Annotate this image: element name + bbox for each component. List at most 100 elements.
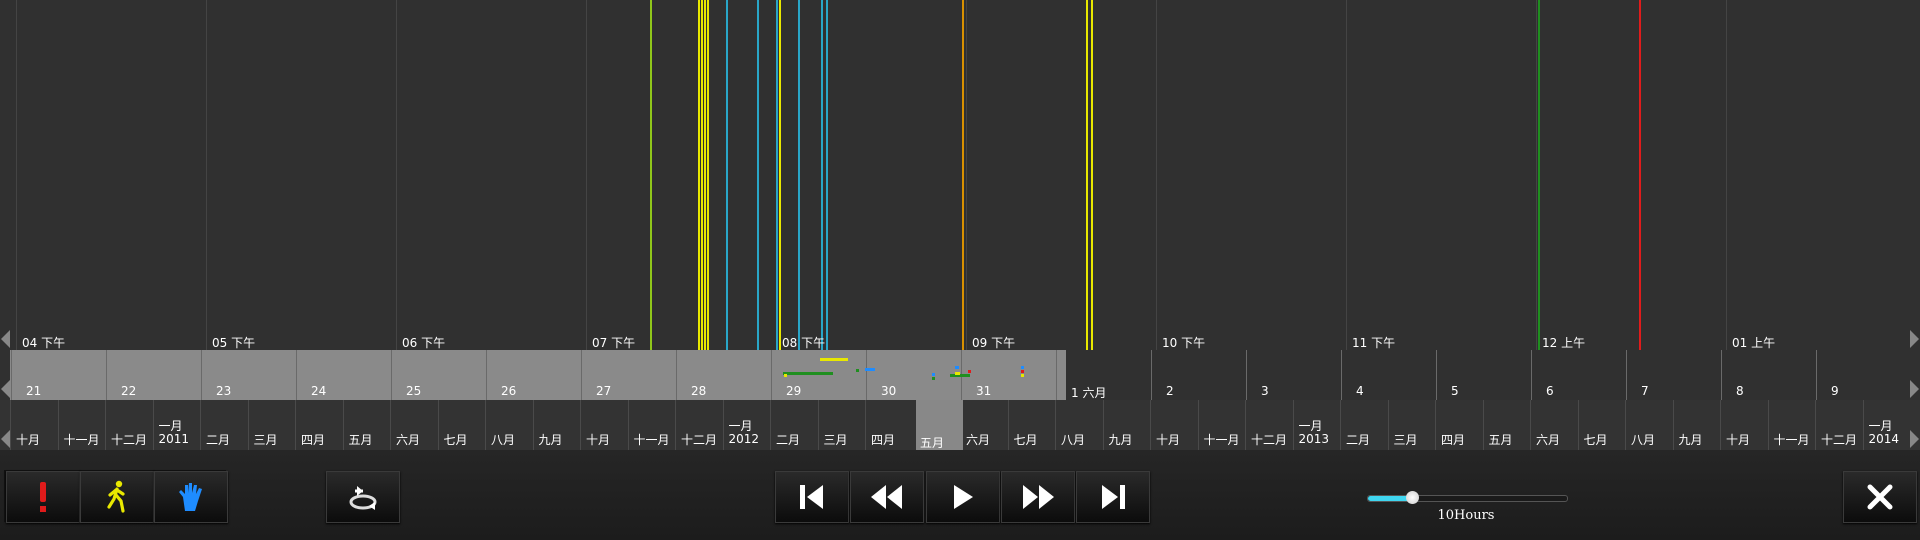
month-label[interactable]: 十二月	[681, 434, 717, 447]
month-label[interactable]: 十一月	[1204, 434, 1240, 447]
event-marker[interactable]	[757, 0, 759, 350]
hour-scroll-right-arrow[interactable]	[1910, 330, 1919, 348]
month-label[interactable]: 四月	[871, 434, 895, 447]
day-timeline[interactable]: 21 22 23 24 25 26 27 28 29 30 31 1 六月 2 3 4 5 6 7 8 9	[0, 350, 1920, 400]
recording-bar[interactable]	[820, 358, 848, 361]
recording-bar[interactable]	[955, 372, 960, 375]
hour-label: 01 上午	[1732, 336, 1776, 350]
month-label[interactable]: 十二月	[111, 434, 147, 447]
event-marker[interactable]	[779, 0, 781, 350]
alarm-filter-button[interactable]	[6, 471, 80, 523]
recording-bar[interactable]	[932, 377, 935, 380]
event-marker[interactable]	[962, 0, 964, 350]
event-marker[interactable]	[776, 0, 778, 350]
month-label[interactable]: 十月	[1726, 434, 1750, 447]
month-label[interactable]: 九月	[1679, 434, 1703, 447]
month-label[interactable]: 一月 2013	[1299, 420, 1330, 446]
recording-bar[interactable]	[784, 374, 787, 377]
recording-bar[interactable]	[1021, 374, 1024, 377]
event-marker[interactable]	[1086, 0, 1088, 350]
event-marker[interactable]	[698, 0, 700, 350]
play-button[interactable]	[926, 471, 1000, 523]
event-timeline[interactable]: 04 下午 05 下午 06 下午 07 下午 08 下午 09 下午 10 下午 11 下午…	[0, 0, 1920, 350]
month-label[interactable]: 七月	[444, 434, 468, 447]
close-button[interactable]	[1843, 471, 1917, 523]
recording-bar[interactable]	[1021, 370, 1024, 373]
recording-bar[interactable]	[856, 369, 859, 372]
month-label[interactable]: 十月	[16, 434, 40, 447]
motion-filter-button[interactable]	[80, 471, 154, 523]
selected-month-highlight[interactable]: 五月	[916, 400, 963, 450]
month-label[interactable]: 八月	[1631, 434, 1655, 447]
month-label[interactable]: 十二月	[1251, 434, 1287, 447]
recording-bar[interactable]	[865, 368, 875, 371]
event-marker[interactable]	[821, 0, 823, 350]
month-label[interactable]: 六月	[396, 434, 420, 447]
month-gridline	[1055, 400, 1056, 450]
month-scroll-right-arrow[interactable]	[1910, 430, 1919, 448]
month-label[interactable]: 三月	[824, 434, 848, 447]
month-label[interactable]: 十一月	[1774, 434, 1810, 447]
manual-filter-button[interactable]	[154, 471, 228, 523]
day-scroll-right-arrow[interactable]	[1910, 380, 1919, 398]
recording-bar[interactable]	[1021, 366, 1024, 369]
month-label[interactable]: 二月	[206, 434, 230, 447]
event-marker[interactable]	[704, 0, 706, 350]
month-label[interactable]: 五月	[1489, 434, 1513, 447]
event-marker[interactable]	[826, 0, 828, 350]
month-label[interactable]: 七月	[1584, 434, 1608, 447]
event-marker[interactable]	[701, 0, 703, 350]
recording-bar[interactable]	[783, 372, 833, 375]
day-gridline	[1531, 350, 1532, 400]
recording-bar[interactable]	[950, 374, 970, 377]
month-label[interactable]: 十月	[586, 434, 610, 447]
month-label[interactable]: 五月	[349, 434, 373, 447]
month-label[interactable]: 二月	[776, 434, 800, 447]
month-label[interactable]: 四月	[301, 434, 325, 447]
month-label[interactable]: 一月 2012	[729, 420, 760, 446]
recording-bar[interactable]	[932, 373, 935, 376]
month-label[interactable]: 六月	[1536, 434, 1560, 447]
month-label[interactable]: 十一月	[64, 434, 100, 447]
skip-to-start-button[interactable]	[775, 471, 849, 523]
hour-scroll-left-arrow[interactable]	[1, 330, 10, 348]
month-label[interactable]: 八月	[491, 434, 515, 447]
zoom-slider[interactable]	[1367, 491, 1568, 504]
recording-bar[interactable]	[955, 366, 959, 369]
month-label[interactable]: 一月 2014	[1869, 420, 1900, 446]
month-gridline	[1197, 400, 1199, 450]
sync-button[interactable]	[326, 471, 400, 523]
month-label[interactable]: 二月	[1346, 434, 1370, 447]
day-scroll-left-arrow[interactable]	[1, 380, 10, 398]
skip-to-end-button[interactable]	[1076, 471, 1150, 523]
month-gridline	[390, 400, 391, 450]
event-marker[interactable]	[1091, 0, 1093, 350]
month-label[interactable]: 七月	[1014, 434, 1038, 447]
month-label[interactable]: 四月	[1441, 434, 1465, 447]
month-label[interactable]: 十一月	[634, 434, 670, 447]
month-label[interactable]: 十二月	[1821, 434, 1857, 447]
recording-bar[interactable]	[968, 370, 971, 373]
month-label[interactable]: 十月	[1156, 434, 1180, 447]
event-marker[interactable]	[1538, 0, 1540, 350]
day-gridline	[1341, 350, 1342, 400]
month-label[interactable]: 一月 2011	[159, 420, 190, 446]
zoom-level-label: 10Hours	[1437, 508, 1495, 523]
event-marker[interactable]	[1639, 0, 1641, 350]
month-label[interactable]: 三月	[254, 434, 278, 447]
month-label[interactable]: 八月	[1061, 434, 1085, 447]
rewind-button[interactable]	[850, 471, 924, 523]
event-marker[interactable]	[798, 0, 800, 350]
month-label[interactable]: 三月	[1394, 434, 1418, 447]
event-marker[interactable]	[650, 0, 652, 350]
month-scroll-left-arrow[interactable]	[1, 430, 10, 448]
day-label: 8	[1736, 384, 1744, 398]
month-label[interactable]: 九月	[539, 434, 563, 447]
month-label[interactable]: 九月	[1109, 434, 1133, 447]
day-label: 6	[1546, 384, 1554, 398]
zoom-slider-knob[interactable]	[1405, 491, 1419, 504]
fast-forward-button[interactable]	[1001, 471, 1075, 523]
month-label[interactable]: 六月	[966, 434, 990, 447]
event-marker[interactable]	[707, 0, 709, 350]
event-marker[interactable]	[726, 0, 728, 350]
